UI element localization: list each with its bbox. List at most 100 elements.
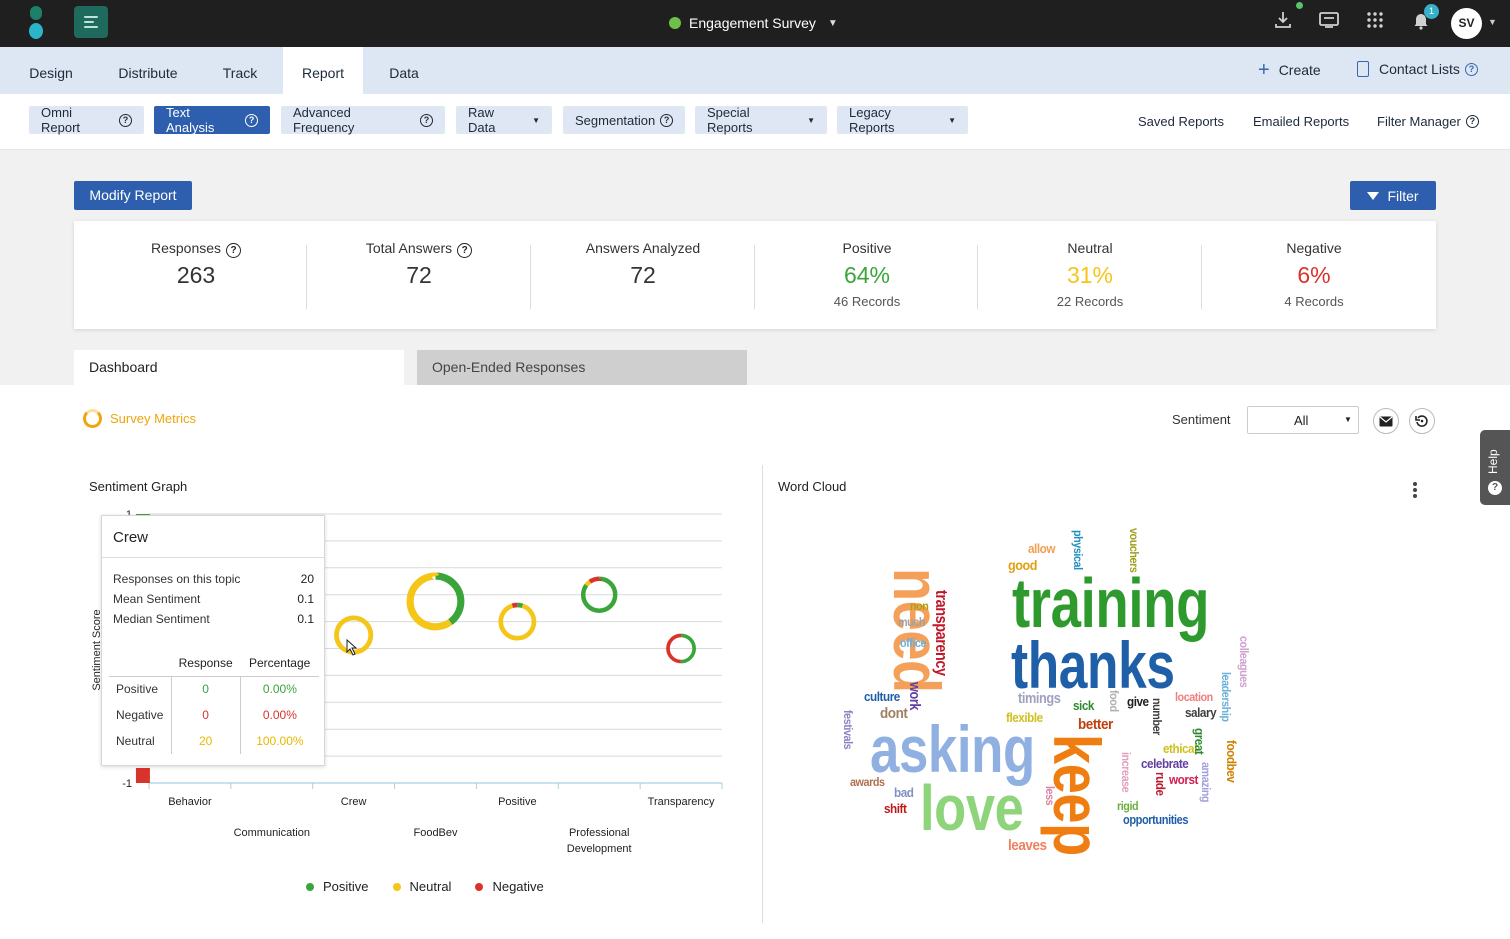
special-reports-dropdown[interactable]: Special Reports ▼ — [695, 105, 827, 135]
word-cloud-word[interactable]: shift — [884, 802, 907, 815]
word-cloud-word[interactable]: leadership — [1219, 672, 1233, 722]
emailed-reports-link[interactable]: Emailed Reports — [1253, 114, 1349, 129]
help-icon: ? — [1465, 115, 1479, 128]
word-cloud-word[interactable]: non — [910, 600, 929, 612]
survey-status-dot — [669, 17, 681, 29]
word-cloud-word[interactable]: food — [1107, 690, 1121, 712]
word-cloud-word[interactable]: vouchers — [1127, 528, 1141, 572]
word-cloud-word[interactable]: amazing — [1199, 762, 1213, 802]
table-header: Percentage — [240, 650, 319, 677]
word-cloud-word[interactable]: salary — [1185, 706, 1217, 719]
tab-distribute[interactable]: Distribute — [104, 47, 192, 94]
display-icon[interactable] — [1316, 10, 1342, 36]
tooltip-row-value: 20 — [300, 572, 314, 586]
app-logo[interactable] — [28, 6, 46, 40]
saved-reports-link[interactable]: Saved Reports — [1138, 114, 1224, 129]
tab-track[interactable]: Track — [204, 47, 276, 94]
caret-down-icon: ▼ — [948, 115, 956, 125]
word-cloud-word[interactable]: dont — [880, 706, 908, 721]
segmentation-button[interactable]: Segmentation? — [563, 106, 685, 134]
word-cloud-word[interactable]: worst — [1169, 773, 1198, 786]
word-cloud-word[interactable]: leaves — [1008, 838, 1047, 853]
tab-open-ended-responses[interactable]: Open-Ended Responses — [417, 350, 747, 385]
help-icon[interactable]: ? — [1464, 62, 1478, 76]
notification-badge: 1 — [1424, 4, 1439, 19]
x-tick-label: Development — [567, 843, 632, 855]
word-cloud-word[interactable]: love — [920, 776, 1024, 840]
text-analysis-button[interactable]: Text Analysis? — [154, 105, 270, 135]
word-cloud-word[interactable]: bad — [894, 786, 914, 799]
contact-lists-button[interactable]: Contact Lists ? — [1357, 61, 1478, 77]
x-tick-label: Crew — [341, 796, 367, 808]
legacy-reports-dropdown[interactable]: Legacy Reports ▼ — [837, 105, 968, 135]
word-cloud-word[interactable]: physical — [1071, 530, 1085, 570]
survey-metrics-toggle[interactable]: Survey Metrics — [83, 409, 196, 428]
x-tick-label: Professional — [569, 827, 630, 839]
apps-grid-icon[interactable] — [1362, 10, 1388, 36]
word-cloud-word[interactable]: good — [1008, 558, 1037, 572]
filter-button[interactable]: Filter — [1350, 181, 1436, 210]
legend-item-negative[interactable]: Negative — [475, 879, 544, 894]
legend-item-positive[interactable]: Positive — [306, 879, 369, 894]
word-cloud-word[interactable]: awards — [850, 776, 885, 788]
word-cloud-word[interactable]: much — [898, 616, 925, 628]
tooltip-breakdown-table: Response Percentage Positive 0 0.00% Neg… — [109, 650, 319, 754]
modify-report-button[interactable]: Modify Report — [74, 181, 192, 210]
help-icon[interactable]: ? — [457, 243, 473, 258]
filter-manager-link[interactable]: Filter Manager? — [1377, 114, 1479, 129]
word-cloud-word[interactable]: work — [906, 682, 923, 710]
create-label: Create — [1278, 62, 1321, 78]
create-button[interactable]: + Create — [1258, 60, 1321, 80]
advanced-frequency-button[interactable]: Advanced Frequency? — [281, 105, 445, 135]
sentiment-graph-title: Sentiment Graph — [89, 479, 188, 494]
word-cloud-word[interactable]: location — [1175, 691, 1213, 703]
chevron-down-icon[interactable]: ▼ — [1488, 17, 1497, 27]
survey-selector[interactable]: Engagement Survey ▼ — [669, 12, 838, 34]
tab-design[interactable]: Design — [10, 47, 92, 94]
sentiment-select[interactable]: All ▼ — [1247, 406, 1359, 434]
word-cloud-word[interactable]: number — [1150, 698, 1164, 735]
legend-item-neutral[interactable]: Neutral — [392, 879, 451, 894]
word-cloud-word[interactable]: transparency — [932, 590, 951, 676]
word-cloud-word[interactable]: thanks — [1011, 632, 1175, 698]
more-options-icon[interactable] — [1408, 480, 1422, 500]
survey-metrics-label: Survey Metrics — [110, 411, 196, 426]
help-icon[interactable]: ? — [226, 243, 242, 258]
tab-dashboard[interactable]: Dashboard — [74, 350, 404, 385]
word-cloud-word[interactable]: rigid — [1117, 800, 1139, 812]
word-cloud-word[interactable]: great — [1192, 728, 1207, 754]
word-cloud-word[interactable]: rude — [1153, 772, 1168, 796]
reset-icon[interactable] — [1409, 408, 1435, 434]
word-cloud-word[interactable]: opportunities — [1123, 813, 1188, 826]
word-cloud-word[interactable]: increase — [1119, 752, 1133, 792]
tab-report[interactable]: Report — [283, 47, 363, 94]
word-cloud-word[interactable]: flexible — [1006, 711, 1043, 724]
tab-data[interactable]: Data — [372, 47, 436, 94]
chart-legend: Positive Neutral Negative — [306, 879, 568, 894]
caret-down-icon: ▼ — [1344, 415, 1352, 424]
help-tab[interactable]: Help ? — [1480, 430, 1510, 505]
word-cloud-word[interactable]: give — [1127, 695, 1149, 708]
raw-data-dropdown[interactable]: Raw Data ▼ — [456, 105, 552, 135]
table-row: Neutral 20 100.00% — [109, 728, 319, 754]
word-cloud-word[interactable]: colleagues — [1237, 636, 1251, 687]
word-cloud-word[interactable]: less — [1043, 786, 1057, 805]
word-cloud-word[interactable]: timings — [1018, 691, 1061, 706]
avatar[interactable]: SV — [1451, 8, 1482, 39]
stat-responses: Responses? 263 — [84, 221, 308, 329]
word-cloud-word[interactable]: celebrate — [1141, 757, 1189, 770]
email-icon[interactable] — [1373, 408, 1399, 434]
omni-report-button[interactable]: Omni Report? — [29, 105, 144, 135]
download-icon[interactable] — [1270, 10, 1296, 36]
word-cloud-word[interactable]: better — [1078, 717, 1113, 732]
menu-icon[interactable] — [74, 6, 108, 38]
table-cell: Positive — [116, 682, 159, 697]
word-cloud-word[interactable]: culture — [864, 690, 900, 703]
tooltip-title: Crew — [113, 529, 149, 546]
stat-total-answers: Total Answers? 72 — [307, 221, 531, 329]
word-cloud-word[interactable]: allow — [1028, 542, 1055, 555]
word-cloud-word[interactable]: office — [900, 637, 927, 649]
word-cloud-word[interactable]: festivals — [841, 710, 855, 749]
word-cloud-word[interactable]: sick — [1073, 699, 1094, 712]
word-cloud-word[interactable]: foodbev — [1224, 740, 1239, 782]
